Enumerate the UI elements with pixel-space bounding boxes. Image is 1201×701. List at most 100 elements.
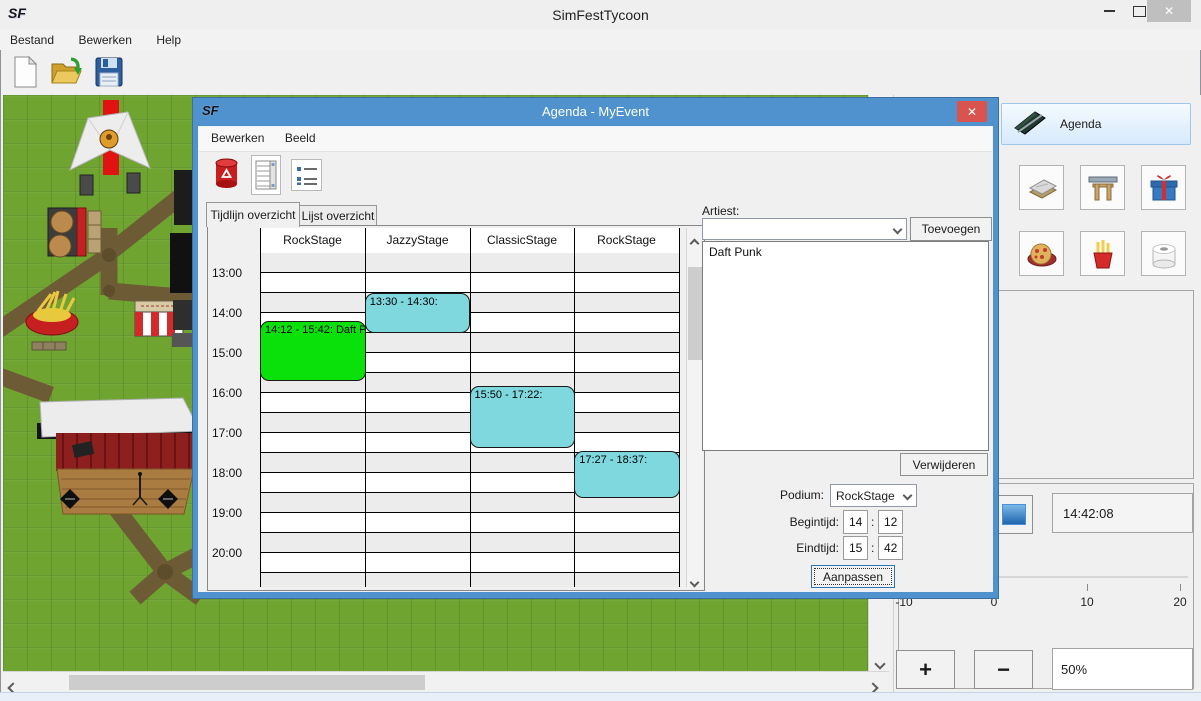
tool-toilet-paper[interactable] <box>1141 231 1186 276</box>
agenda-label: Agenda <box>1060 117 1101 131</box>
chevron-down-icon <box>898 492 916 499</box>
menu-bewerken[interactable]: Bewerken <box>69 30 142 50</box>
save-file-icon <box>93 55 125 89</box>
slider-tick <box>1180 584 1181 591</box>
list-view-button[interactable] <box>291 159 322 191</box>
fries-icon <box>1085 236 1121 272</box>
podium-dropdown-value: RockStage <box>831 489 895 503</box>
status-strip <box>0 692 1201 701</box>
tool-pizza[interactable] <box>1019 231 1064 276</box>
open-file-icon <box>49 55 85 89</box>
artist-dropdown[interactable] <box>702 218 907 240</box>
time-label: 19:00 <box>212 506 258 521</box>
remove-artist-button[interactable]: Verwijderen <box>900 453 988 476</box>
save-file-button[interactable] <box>90 53 128 91</box>
artist-label: Artiest: <box>702 204 739 218</box>
new-file-icon <box>9 55 41 89</box>
dialog-menubar: Bewerken Beeld <box>199 127 992 152</box>
main-stage <box>37 398 200 514</box>
add-artist-button[interactable]: Toevoegen <box>910 217 992 241</box>
time-label: 14:00 <box>212 306 258 321</box>
menu-help[interactable]: Help <box>146 30 191 50</box>
dialog-body: Bewerken Beeld <box>198 126 993 592</box>
tool-gift[interactable] <box>1141 165 1186 210</box>
schedule-event[interactable]: 17:27 - 18:37: <box>574 451 680 498</box>
new-file-button[interactable] <box>6 53 44 91</box>
tool-entrance-gate[interactable] <box>1080 165 1125 210</box>
map-hscroll-thumb[interactable] <box>69 675 425 690</box>
dialog-title: Agenda - MyEvent <box>193 104 998 119</box>
time-label: 18:00 <box>212 466 258 481</box>
minimize-icon <box>1104 10 1115 12</box>
artist-list-item[interactable]: Daft Punk <box>703 242 988 262</box>
schedule-event[interactable]: 14:12 - 15:42: Daft Punk <box>260 321 366 381</box>
zoom-out-button[interactable]: − <box>974 650 1033 689</box>
end-minute-field[interactable]: 42 <box>878 536 903 560</box>
play-pause-button[interactable] <box>994 495 1033 534</box>
entrance-gate-icon <box>1085 170 1121 206</box>
tab-timeline-overview[interactable]: Tijdlijn overzicht <box>206 202 300 227</box>
schedule-event[interactable]: 13:30 - 14:30: <box>365 293 471 333</box>
toilet-paper-icon <box>1146 236 1182 272</box>
slider-tick <box>1087 584 1088 591</box>
schedule-event[interactable]: 15:50 - 17:22: <box>470 386 576 447</box>
application-window: SF SimFestTycoon ✕ Bestand Bewerken Help <box>0 0 1201 701</box>
stage-column-header: RockStage <box>574 228 679 254</box>
zoom-in-button[interactable]: + <box>896 650 955 689</box>
time-label: 17:00 <box>212 426 258 441</box>
clock-display: 14:42:08 <box>1052 493 1193 533</box>
pizza-icon <box>1024 236 1060 272</box>
menu-bestand[interactable]: Bestand <box>0 30 64 50</box>
chevron-down-icon <box>888 226 906 233</box>
end-time-label: Eindtijd: <box>759 541 839 555</box>
agenda-book-icon <box>1012 107 1048 142</box>
dialog-menu-bewerken[interactable]: Bewerken <box>199 127 272 149</box>
schedule-scroll-down-icon[interactable] <box>691 573 698 591</box>
stage-column-header: ClassicStage <box>470 228 574 254</box>
begin-time-label: Begintijd: <box>759 515 839 529</box>
schedule-grid: RockStage JazzyStage ClassicStage RockSt… <box>207 225 705 591</box>
tab-list-overview[interactable]: Lijst overzicht <box>299 205 377 227</box>
podium-label: Podium: <box>764 488 824 502</box>
timeline-view-button[interactable] <box>251 155 281 195</box>
maximize-icon <box>1133 6 1146 17</box>
end-hour-field[interactable]: 15 <box>843 536 868 560</box>
tool-fries[interactable] <box>1080 231 1125 276</box>
dialog-close-button[interactable]: ✕ <box>957 101 987 122</box>
timeline-view-icon <box>255 160 277 190</box>
list-view-icon <box>295 164 319 186</box>
dialog-menu-beeld[interactable]: Beeld <box>277 127 324 149</box>
sidebar-item-agenda[interactable]: Agenda <box>1001 103 1191 145</box>
main-menubar: Bestand Bewerken Help <box>0 30 1201 50</box>
map-horizontal-scrollbar[interactable] <box>3 671 889 693</box>
minimize-button[interactable] <box>1095 0 1123 22</box>
main-titlebar: SF SimFestTycoon ✕ <box>0 0 1201 30</box>
time-separator: : <box>871 515 874 529</box>
slider-tick-label: 20 <box>1170 595 1190 609</box>
close-button[interactable]: ✕ <box>1147 0 1191 22</box>
time-label: 15:00 <box>212 346 258 361</box>
open-file-button[interactable] <box>48 53 86 91</box>
time-label: 16:00 <box>212 386 258 401</box>
burger-stand <box>48 208 101 257</box>
app-title: SimFestTycoon <box>0 7 1201 23</box>
schedule-scroll-up-icon[interactable] <box>691 234 698 252</box>
artist-listbox[interactable]: Daft Punk <box>702 241 989 451</box>
tool-floor-tile[interactable] <box>1019 165 1064 210</box>
gift-icon <box>1146 170 1182 206</box>
zoom-level-field[interactable]: 50% <box>1052 648 1193 690</box>
dialog-titlebar[interactable]: SF Agenda - MyEvent ✕ <box>193 98 998 126</box>
apply-button[interactable]: Aanpassen <box>811 565 895 588</box>
schedule-scroll-thumb[interactable] <box>688 267 702 360</box>
slider-tick-label: 10 <box>1077 595 1097 609</box>
path-junction <box>102 248 116 262</box>
podium-dropdown[interactable]: RockStage <box>830 484 917 507</box>
stage-column-header: RockStage <box>260 228 365 254</box>
time-separator: : <box>871 541 874 555</box>
begin-minute-field[interactable]: 12 <box>878 510 903 534</box>
delete-item-button[interactable] <box>213 157 241 191</box>
schedule-scrollbar[interactable] <box>686 228 703 587</box>
begin-hour-field[interactable]: 14 <box>843 510 868 534</box>
trash-icon <box>213 157 240 190</box>
agenda-dialog: SF Agenda - MyEvent ✕ Bewerken Beeld <box>193 98 998 598</box>
